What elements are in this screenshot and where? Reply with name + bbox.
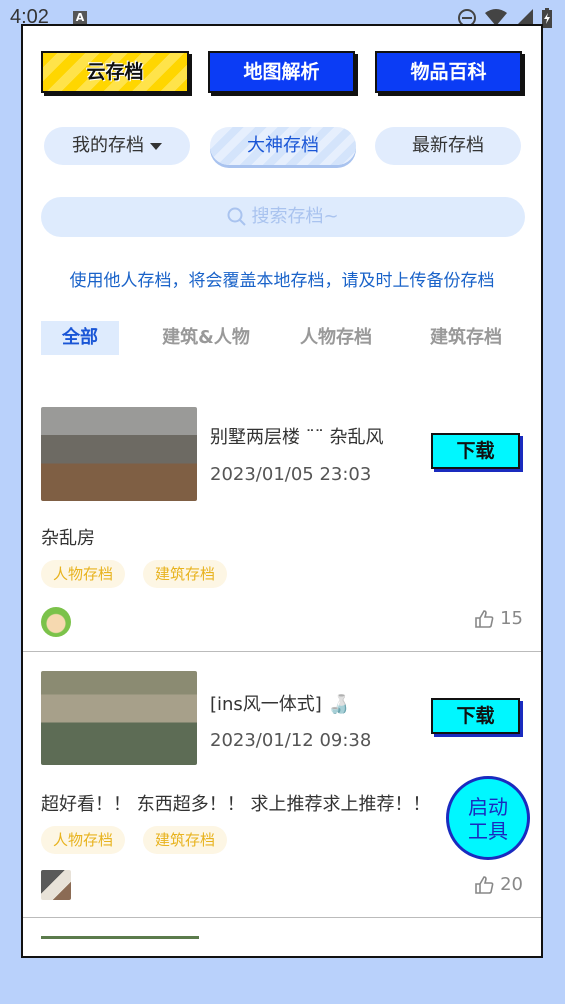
next-card-thumbnail-edge (41, 936, 199, 939)
save-title: [ins风一体式] 🍶 (210, 694, 350, 715)
item-wiki-button[interactable]: 物品百科 (375, 51, 522, 93)
save-thumbnail[interactable] (41, 407, 197, 501)
download-button[interactable]: 下载 (431, 433, 520, 469)
cloud-save-button[interactable]: 云存档 (41, 51, 189, 93)
tab-character-saves[interactable]: 人物存档 (291, 321, 381, 355)
notification-a-icon: A (73, 11, 87, 25)
like-number: 20 (500, 874, 523, 895)
launch-tool-button[interactable]: 启动 工具 (446, 776, 530, 860)
tag-character[interactable]: 人物存档 (41, 826, 125, 854)
search-icon (227, 207, 247, 226)
author-avatar[interactable] (41, 870, 71, 900)
tag-character[interactable]: 人物存档 (41, 560, 125, 588)
like-number: 15 (500, 608, 523, 629)
save-description: 杂乱房 (41, 528, 95, 549)
overwrite-notice: 使用他人存档，将会覆盖本地存档，请及时上传备份存档 (69, 271, 495, 291)
like-count[interactable]: 20 (474, 874, 523, 895)
save-description: 超好看！！ 东西超多！！ 求上推荐求上推荐！！ (41, 794, 431, 815)
search-placeholder: 搜索存档~ (251, 206, 339, 227)
thumbs-up-icon (475, 609, 494, 628)
chevron-down-icon (150, 142, 162, 150)
tab-building-saves[interactable]: 建筑存档 (421, 321, 511, 355)
pro-saves-filter[interactable]: 大神存档 (210, 127, 356, 165)
like-count[interactable]: 15 (474, 608, 523, 629)
map-analysis-button[interactable]: 地图解析 (208, 51, 355, 93)
my-saves-dropdown[interactable]: 我的存档 (44, 127, 190, 165)
search-input[interactable]: 搜索存档~ (41, 197, 525, 237)
thumbs-up-icon (475, 875, 494, 894)
my-saves-label: 我的存档 (72, 135, 144, 156)
download-button[interactable]: 下载 (431, 698, 520, 734)
tag-building[interactable]: 建筑存档 (143, 826, 227, 854)
fab-line-2: 工具 (468, 819, 508, 843)
save-date: 2023/01/05 23:03 (210, 464, 372, 485)
category-tabs: 全部 建筑&人物 人物存档 建筑存档 (23, 321, 541, 357)
save-title: 别墅两层楼 ¨¨ 杂乱风 (210, 427, 384, 448)
save-date: 2023/01/12 09:38 (210, 730, 372, 751)
author-avatar[interactable] (41, 607, 71, 637)
save-thumbnail[interactable] (41, 671, 197, 765)
latest-saves-filter[interactable]: 最新存档 (375, 127, 521, 165)
tag-building[interactable]: 建筑存档 (143, 560, 227, 588)
fab-line-1: 启动 (468, 795, 508, 819)
tab-all[interactable]: 全部 (41, 321, 119, 355)
tab-building-character[interactable]: 建筑&人物 (151, 321, 261, 355)
save-card[interactable]: 别墅两层楼 ¨¨ 杂乱风 2023/01/05 23:03 下载 杂乱房 人物存… (23, 386, 541, 652)
